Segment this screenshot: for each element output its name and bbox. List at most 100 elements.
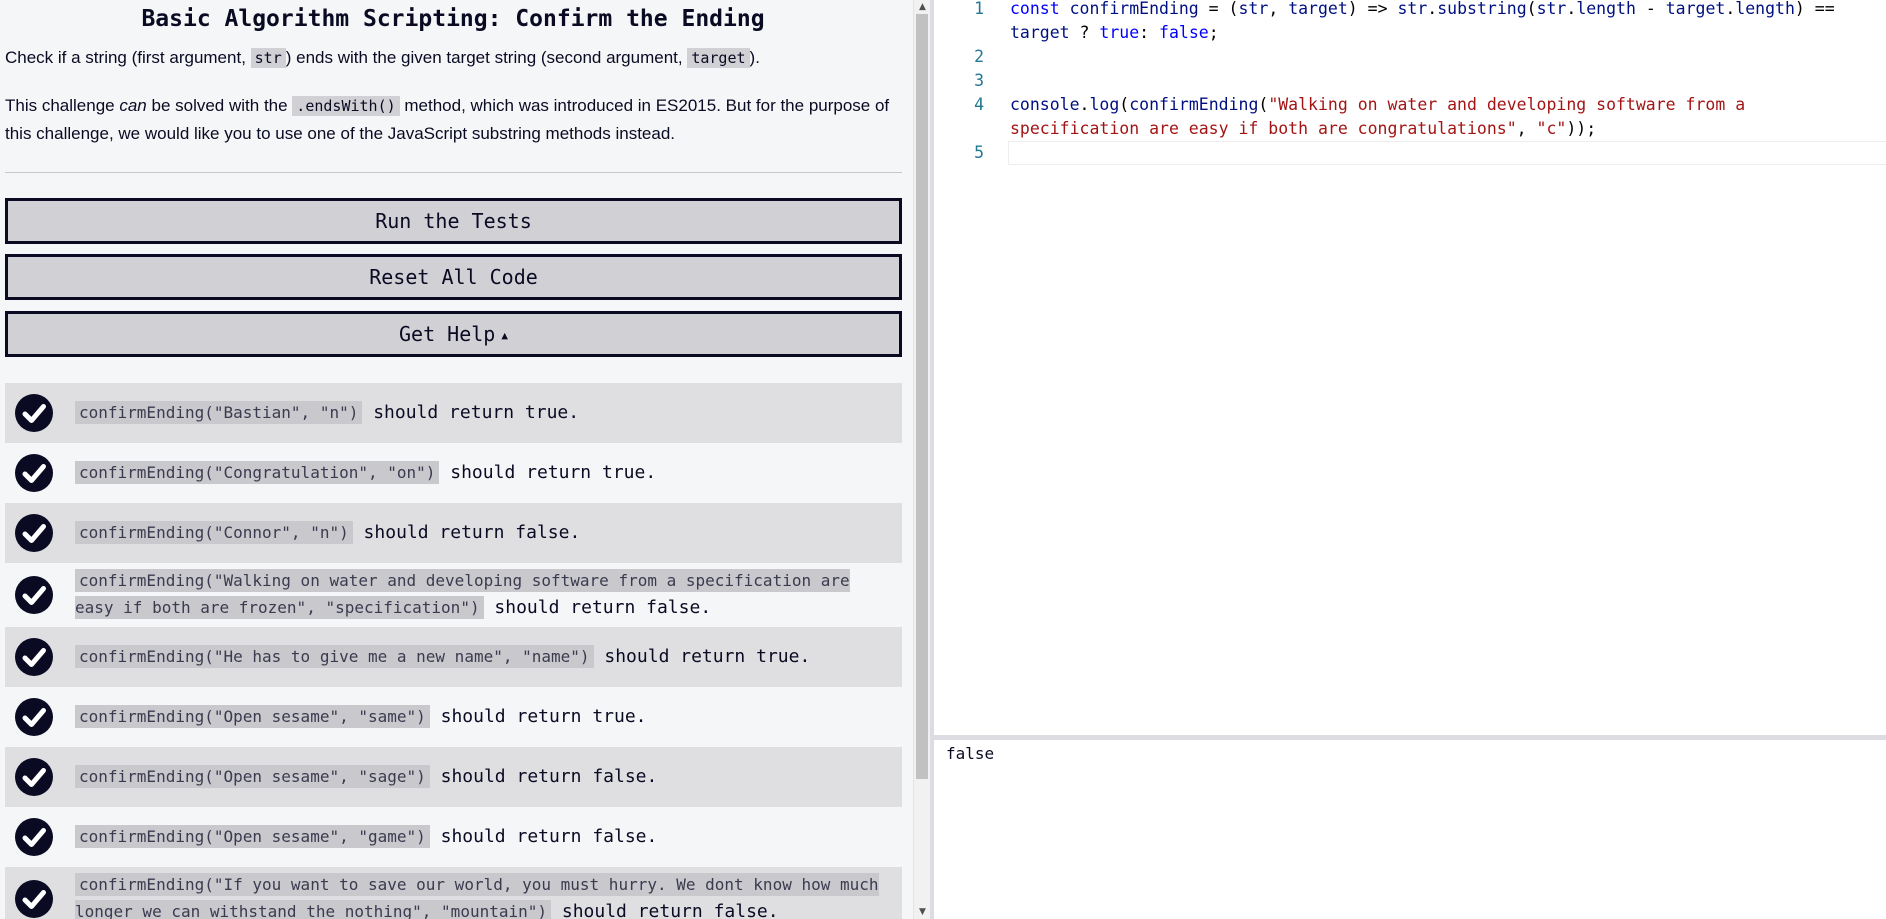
code-line-content[interactable]: console.log(confirmEnding("Walking on wa… [1010,93,1880,141]
test-description: confirmEnding("Open sesame", "sage") sho… [75,763,892,790]
token-identifier: str [1397,0,1428,18]
desc-text: ) ends with the given target string (sec… [285,48,688,67]
line-number: 2 [974,47,984,66]
token-identifier: str [1238,0,1269,18]
line-number: 1 [974,0,984,18]
desc-text: This challenge [5,96,120,115]
token-identifier: confirmEnding [1129,95,1259,114]
test-row: confirmEnding("Connor", "n") should retu… [5,503,902,563]
line-number: 5 [974,143,984,162]
token-punct: , [1268,0,1289,18]
check-circle-icon [15,576,53,614]
challenge-description: Check if a string (first argument, str) … [5,44,905,72]
test-row: confirmEnding("If you want to save our w… [5,867,902,919]
test-code: confirmEnding("Congratulation", "on") [75,461,440,484]
token-punct: ) == [1794,0,1845,18]
test-description: confirmEnding("He has to give me a new n… [75,643,892,670]
token-punct: . [1427,0,1438,18]
check-circle-icon [15,394,53,432]
challenge-panel: Basic Algorithm Scripting: Confirm the E… [0,0,913,919]
token-identifier: log [1089,95,1120,114]
test-code: confirmEnding("Open sesame", "sage") [75,765,430,788]
token-string: "c" [1536,119,1567,138]
test-row: confirmEnding("Open sesame", "game") sho… [5,807,902,867]
desc-text: ). [749,48,760,67]
check-circle-icon [15,818,53,856]
reset-code-label: Reset All Code [369,265,538,289]
inline-code-str: str [250,48,286,68]
run-tests-label: Run the Tests [375,209,532,233]
divider [5,172,902,173]
left-pane-scrollbar[interactable]: ▲ ▼ [913,0,930,919]
token-identifier: console [1010,95,1080,114]
test-expectation: should return true. [362,402,580,423]
run-tests-button[interactable]: Run the Tests [5,198,902,244]
token-identifier: length [1576,0,1636,18]
reset-code-button[interactable]: Reset All Code [5,254,902,300]
token-punct: ( [1119,95,1130,114]
scrollbar-thumb[interactable] [916,14,928,779]
token-punct: . [1725,0,1736,18]
check-circle-icon [15,638,53,676]
desc-emphasis: can [119,96,147,115]
line-number: 4 [974,95,984,114]
test-row: confirmEnding("He has to give me a new n… [5,627,902,687]
test-row: confirmEnding("Open sesame", "sage") sho… [5,747,902,807]
token-punct: )); [1566,119,1597,138]
test-row: confirmEnding("Open sesame", "same") sho… [5,687,902,747]
inline-code-target: target [687,48,750,68]
test-code: confirmEnding("He has to give me a new n… [75,645,594,668]
token-identifier: target [1665,0,1726,18]
console-output-text: false [946,744,995,763]
check-circle-icon [15,880,53,918]
test-description: confirmEnding("Walking on water and deve… [75,567,892,621]
test-description: confirmEnding("If you want to save our w… [75,871,892,919]
code-editor[interactable]: 1 const confirmEnding = (str, target) =>… [934,0,1886,735]
test-description: confirmEnding("Congratulation", "on") sh… [75,459,892,486]
test-code: confirmEnding("Open sesame", "game") [75,825,430,848]
console-output: false [934,740,1886,919]
token-identifier: confirmEnding [1059,0,1199,18]
token-punct: = ( [1198,0,1239,18]
token-keyword: false [1159,23,1209,42]
token-punct: . [1079,95,1090,114]
token-punct: ( [1258,95,1269,114]
token-identifier: target [1288,0,1348,18]
test-code: confirmEnding("Open sesame", "same") [75,705,430,728]
check-circle-icon [15,698,53,736]
test-expectation: should return false. [551,901,779,919]
test-row: confirmEnding("Walking on water and deve… [5,563,902,627]
test-code: confirmEnding("Walking on water and deve… [75,569,850,619]
desc-text: Check if a string (first argument, [5,48,251,67]
check-circle-icon [15,454,53,492]
test-description: confirmEnding("Open sesame", "same") sho… [75,703,892,730]
test-description: confirmEnding("Connor", "n") should retu… [75,519,892,546]
test-expectation: should return false. [352,522,581,543]
test-description: confirmEnding("Bastian", "n") should ret… [75,399,892,426]
caret-up-icon: ▲ [501,328,508,342]
test-expectation: should return true. [593,646,811,667]
get-help-label: Get Help [399,322,496,346]
token-punct: ( [1526,0,1537,18]
code-line-content[interactable]: const confirmEnding = (str, target) => s… [1010,0,1880,45]
scroll-down-arrow-icon[interactable]: ▼ [914,905,931,919]
get-help-button[interactable]: Get Help ▲ [5,311,902,357]
test-expectation: should return false. [483,597,712,618]
token-keyword: const [1010,0,1060,18]
current-line-highlight [1008,141,1886,165]
test-expectation: should return true. [439,462,657,483]
line-number: 3 [974,71,984,90]
test-expectation: should return false. [429,766,658,787]
test-code: confirmEnding("Bastian", "n") [75,401,363,424]
test-row: confirmEnding("Bastian", "n") should ret… [5,383,902,443]
token-identifier: target [1010,23,1070,42]
inline-code-endswith: .endsWith() [292,96,400,116]
test-row: confirmEnding("Congratulation", "on") sh… [5,443,902,503]
token-punct: , [1516,119,1537,138]
desc-text: be solved with the [146,96,293,115]
scroll-up-arrow-icon[interactable]: ▲ [914,0,931,14]
check-circle-icon [15,758,53,796]
test-description: confirmEnding("Open sesame", "game") sho… [75,823,892,850]
token-keyword: true [1099,23,1140,42]
token-identifier: substring [1437,0,1527,18]
